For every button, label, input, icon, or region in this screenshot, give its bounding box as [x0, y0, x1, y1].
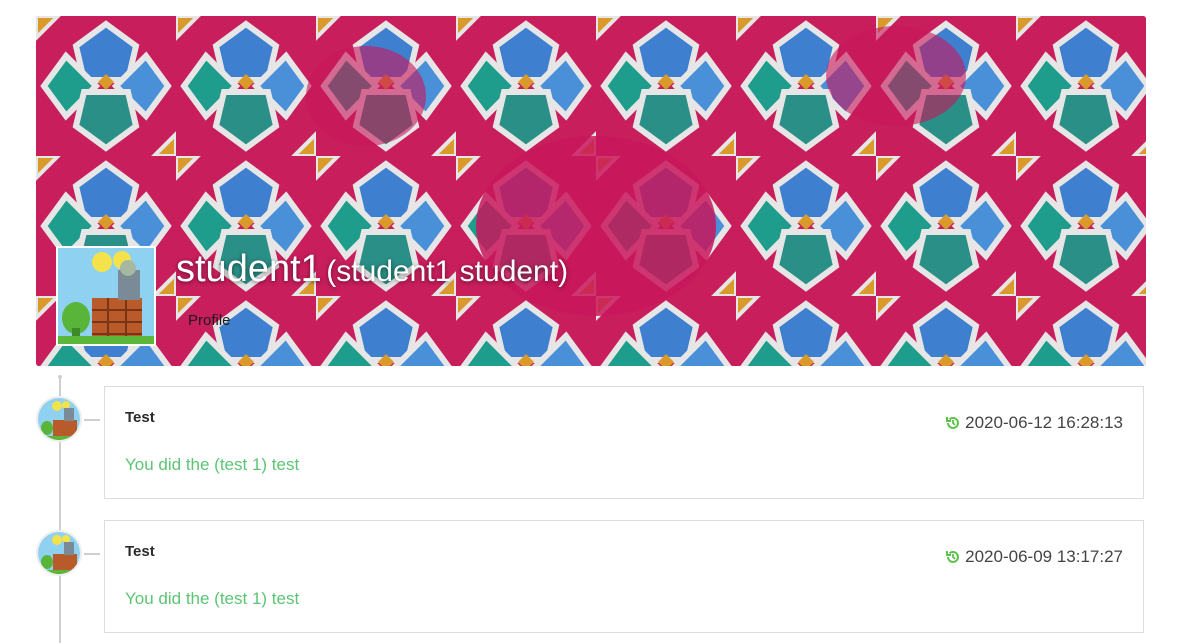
- activity-timestamp: 2020-06-12 16:28:13: [945, 413, 1123, 433]
- profile-username: student1: [176, 248, 322, 290]
- avatar-image: [38, 532, 80, 574]
- activity-time-text: 2020-06-09 13:17:27: [965, 547, 1123, 566]
- avatar-image: [58, 248, 154, 344]
- activity-message: You did the (test 1) test: [125, 455, 300, 474]
- timeline-connector: [84, 553, 100, 555]
- profile-name-heading: student1 (student1 student): [176, 248, 568, 291]
- timeline-connector: [84, 419, 100, 421]
- activity-avatar: [38, 398, 80, 440]
- activity-card: Test 2020-06-12 16:28:13 You did the (te…: [104, 386, 1144, 499]
- activity-time-text: 2020-06-12 16:28:13: [965, 413, 1123, 432]
- profile-fullname: (student1 student): [326, 255, 569, 288]
- history-clock-icon: [945, 415, 961, 431]
- activity-card: Test 2020-06-09 13:17:27 You did the (te…: [104, 520, 1144, 633]
- activity-title: Test: [125, 543, 155, 560]
- activity-avatar: [38, 532, 80, 574]
- profile-link[interactable]: Profile: [188, 312, 231, 329]
- history-clock-icon: [945, 549, 961, 565]
- activity-message: You did the (test 1) test: [125, 589, 300, 608]
- avatar-image: [38, 398, 80, 440]
- profile-avatar: [56, 246, 156, 346]
- activity-timestamp: 2020-06-09 13:17:27: [945, 547, 1123, 567]
- activity-title: Test: [125, 409, 155, 426]
- profile-banner: student1 (student1 student) Profile: [36, 16, 1146, 366]
